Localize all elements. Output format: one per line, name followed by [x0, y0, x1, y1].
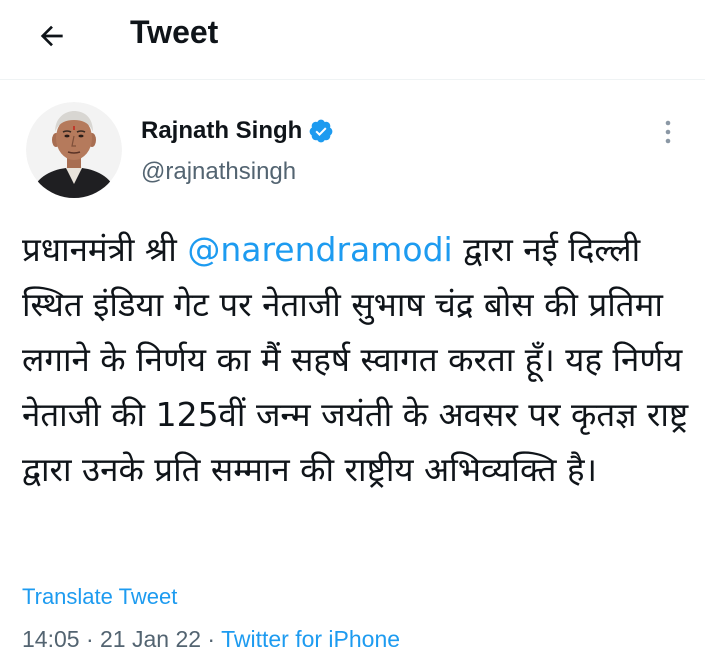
tweet-source-link[interactable]: Twitter for iPhone	[221, 626, 400, 647]
top-bar: Tweet	[0, 0, 705, 80]
tweet-page: Tweet Rajnath Singh @rajnathsingh प्रधान…	[0, 0, 705, 647]
page-title: Tweet	[130, 14, 219, 50]
arrow-left-icon	[40, 25, 63, 47]
back-button[interactable]	[28, 12, 76, 60]
mention-link[interactable]: @narendramodi	[187, 230, 452, 269]
author-display-name[interactable]: Rajnath Singh	[141, 117, 302, 145]
tweet-date[interactable]: 21 Jan 22	[100, 626, 201, 647]
tweet-meta: 14:05 · 21 Jan 22 · Twitter for iPhone	[22, 626, 400, 647]
verified-badge-icon	[308, 118, 334, 144]
more-vertical-icon	[665, 120, 671, 144]
avatar[interactable]	[26, 102, 122, 198]
meta-separator: ·	[79, 626, 101, 647]
tweet-text: प्रधानमंत्री श्री @narendramodi द्वारा न…	[22, 222, 692, 497]
tweet-time[interactable]: 14:05	[22, 626, 80, 647]
author-handle[interactable]: @rajnathsingh	[141, 158, 296, 186]
tweet-text-start: प्रधानमंत्री श्री	[22, 230, 188, 269]
more-options-button[interactable]	[650, 112, 686, 152]
translate-tweet-link[interactable]: Translate Tweet	[22, 584, 177, 610]
meta-separator: ·	[201, 626, 222, 647]
author-name-row[interactable]: Rajnath Singh	[141, 114, 334, 148]
profile-photo	[26, 102, 122, 198]
